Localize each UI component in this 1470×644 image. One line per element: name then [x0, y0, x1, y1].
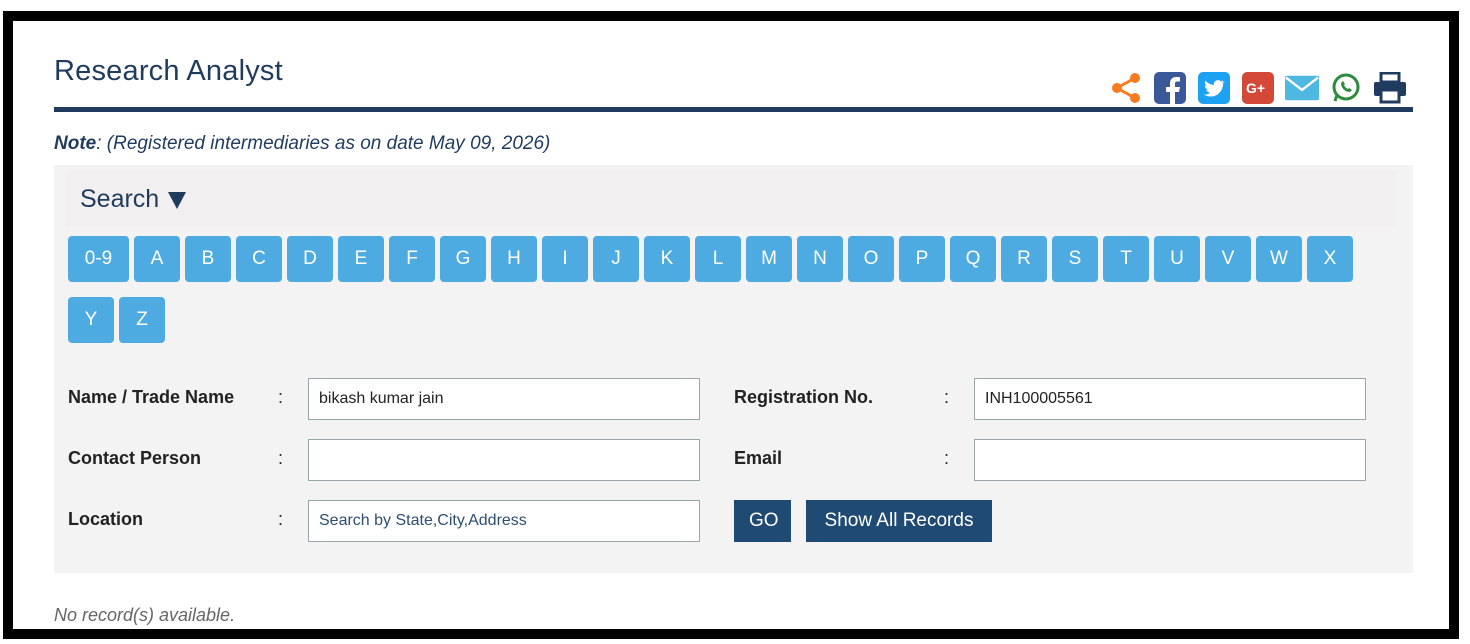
contact-person-input[interactable] [308, 439, 700, 481]
letter-button-f[interactable]: F [389, 236, 435, 282]
registration-label: Registration No. [734, 387, 874, 407]
letter-button-d[interactable]: D [287, 236, 333, 282]
colon: : [278, 387, 284, 407]
letter-button-0-9[interactable]: 0-9 [68, 236, 129, 282]
email-icon[interactable] [1285, 71, 1319, 105]
search-heading: Search [80, 185, 160, 213]
show-all-records-button[interactable]: Show All Records [806, 500, 992, 542]
letter-button-a[interactable]: A [134, 236, 180, 282]
note-label: Note [54, 133, 97, 154]
letter-button-e[interactable]: E [338, 236, 384, 282]
location-input[interactable] [308, 500, 700, 542]
letter-button-m[interactable]: M [746, 236, 792, 282]
colon: : [278, 509, 284, 529]
letter-button-t[interactable]: T [1103, 236, 1149, 282]
note-body: : (Registered intermediaries as on date … [96, 133, 551, 154]
email-label: Email [734, 448, 783, 468]
letter-button-p[interactable]: P [899, 236, 945, 282]
note-text: Note: (Registered intermediaries as on d… [54, 133, 550, 155]
social-share-bar: G+ [1109, 71, 1407, 105]
svg-text:G+: G+ [1246, 80, 1265, 96]
letter-button-q[interactable]: Q [950, 236, 996, 282]
title-divider [54, 107, 1413, 112]
letter-button-j[interactable]: J [593, 236, 639, 282]
name-label: Name / Trade Name [68, 387, 235, 407]
google-plus-icon[interactable]: G+ [1241, 71, 1275, 105]
letter-button-g[interactable]: G [440, 236, 486, 282]
alphabet-filter: 0-9 A B C D E F G H I J K L M N O P Q R S T U V W X Y Z [68, 236, 1388, 343]
letter-button-r[interactable]: R [1001, 236, 1047, 282]
letter-button-y[interactable]: Y [68, 297, 114, 343]
letter-button-b[interactable]: B [185, 236, 231, 282]
contact-person-label: Contact Person [68, 448, 202, 468]
letter-button-i[interactable]: I [542, 236, 588, 282]
whatsapp-icon[interactable] [1329, 71, 1363, 105]
facebook-icon[interactable] [1153, 71, 1187, 105]
letter-button-l[interactable]: L [695, 236, 741, 282]
letter-button-x[interactable]: X [1307, 236, 1353, 282]
letter-button-o[interactable]: O [848, 236, 894, 282]
search-panel: Search 0-9 A B C D E F G H I J K L M N O P Q R S T U V W X Y Z Nam… [54, 165, 1413, 573]
page-frame: Research Analyst G+ Note: (Registered in… [3, 11, 1459, 639]
location-label: Location [68, 509, 143, 529]
search-toggle[interactable]: Search [80, 185, 187, 214]
twitter-icon[interactable] [1197, 71, 1231, 105]
letter-button-s[interactable]: S [1052, 236, 1098, 282]
letter-button-c[interactable]: C [236, 236, 282, 282]
email-input[interactable] [974, 439, 1366, 481]
letter-button-u[interactable]: U [1154, 236, 1200, 282]
letter-button-n[interactable]: N [797, 236, 843, 282]
triangle-down-icon [168, 191, 187, 209]
name-input[interactable] [308, 378, 700, 420]
colon: : [944, 387, 950, 407]
colon: : [944, 448, 950, 468]
registration-input[interactable] [974, 378, 1366, 420]
print-icon[interactable] [1373, 71, 1407, 105]
go-button[interactable]: GO [734, 500, 791, 542]
page-title: Research Analyst [54, 55, 283, 87]
share-icon[interactable] [1109, 71, 1143, 105]
search-header: Search [66, 171, 1396, 227]
letter-button-v[interactable]: V [1205, 236, 1251, 282]
letter-button-z[interactable]: Z [119, 297, 165, 343]
letter-button-k[interactable]: K [644, 236, 690, 282]
letter-button-h[interactable]: H [491, 236, 537, 282]
no-records-message: No record(s) available. [54, 605, 236, 625]
letter-button-w[interactable]: W [1256, 236, 1302, 282]
colon: : [278, 448, 284, 468]
